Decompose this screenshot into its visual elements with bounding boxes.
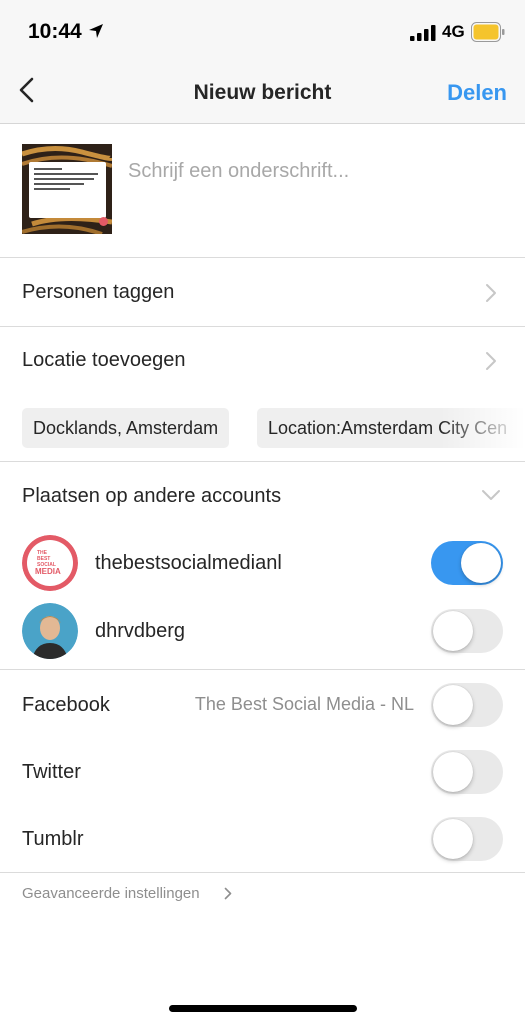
tumblr-label: Tumblr (22, 828, 84, 850)
toggle-knob (433, 819, 473, 859)
avatar-text-line: MEDIA (35, 567, 61, 576)
facebook-label: Facebook (22, 694, 110, 716)
account-name: thebestsocialmedianl (95, 552, 282, 574)
chevron-right-icon (486, 352, 496, 370)
status-bar: 10:44 4G (0, 0, 525, 62)
status-time: 10:44 (28, 20, 82, 43)
toggle-knob (433, 685, 473, 725)
chevron-down-icon[interactable] (481, 489, 501, 501)
facebook-account-name[interactable]: The Best Social Media - NL (195, 694, 414, 715)
post-card-preview (29, 162, 106, 218)
signal-icon (410, 25, 436, 41)
caption-input[interactable] (128, 160, 508, 183)
tag-people-row[interactable]: Personen taggen (0, 259, 525, 327)
scroll-fade (440, 396, 525, 460)
account-row-dhrvdberg: dhrvdberg (0, 597, 525, 665)
account-name: dhrvdberg (95, 620, 186, 642)
toggle-knob (461, 543, 501, 583)
chevron-right-icon (486, 284, 496, 302)
advanced-settings-link[interactable]: Geavanceerde instellingen (22, 885, 200, 902)
add-location-row[interactable]: Locatie toevoegen (0, 327, 525, 395)
avatar (22, 603, 78, 659)
toggle-knob (433, 752, 473, 792)
tag-people-label: Personen taggen (22, 281, 175, 303)
divider (0, 669, 525, 670)
twitter-label: Twitter (22, 761, 81, 783)
location-suggestion-chip[interactable]: Docklands, Amsterdam (22, 408, 230, 448)
add-location-label: Locatie toevoegen (22, 349, 186, 371)
divider (0, 872, 525, 873)
location-arrow-icon (89, 24, 103, 38)
toggle-tumblr[interactable] (431, 817, 503, 861)
battery-icon (471, 22, 505, 42)
network-type: 4G (442, 22, 465, 41)
avatar: THE BEST SOCIAL MEDIA (22, 535, 78, 591)
other-accounts-heading: Plaatsen op andere accounts (22, 485, 282, 507)
toggle-thebestsocialmedianl[interactable] (431, 541, 503, 585)
divider (0, 461, 525, 462)
toggle-dhrvdberg[interactable] (431, 609, 503, 653)
nav-bar: Nieuw bericht Delen (0, 62, 525, 124)
brand-dot-icon (99, 217, 108, 226)
chevron-right-icon[interactable] (224, 887, 232, 900)
toggle-facebook[interactable] (431, 683, 503, 727)
toggle-knob (433, 611, 473, 651)
share-button[interactable]: Delen (447, 80, 507, 106)
toggle-twitter[interactable] (431, 750, 503, 794)
home-indicator[interactable] (169, 1005, 357, 1012)
account-row-thebestsocialmedianl: THE BEST SOCIAL MEDIA thebestsocialmedia… (0, 529, 525, 597)
compose-area (0, 124, 525, 258)
post-thumbnail (22, 144, 112, 234)
